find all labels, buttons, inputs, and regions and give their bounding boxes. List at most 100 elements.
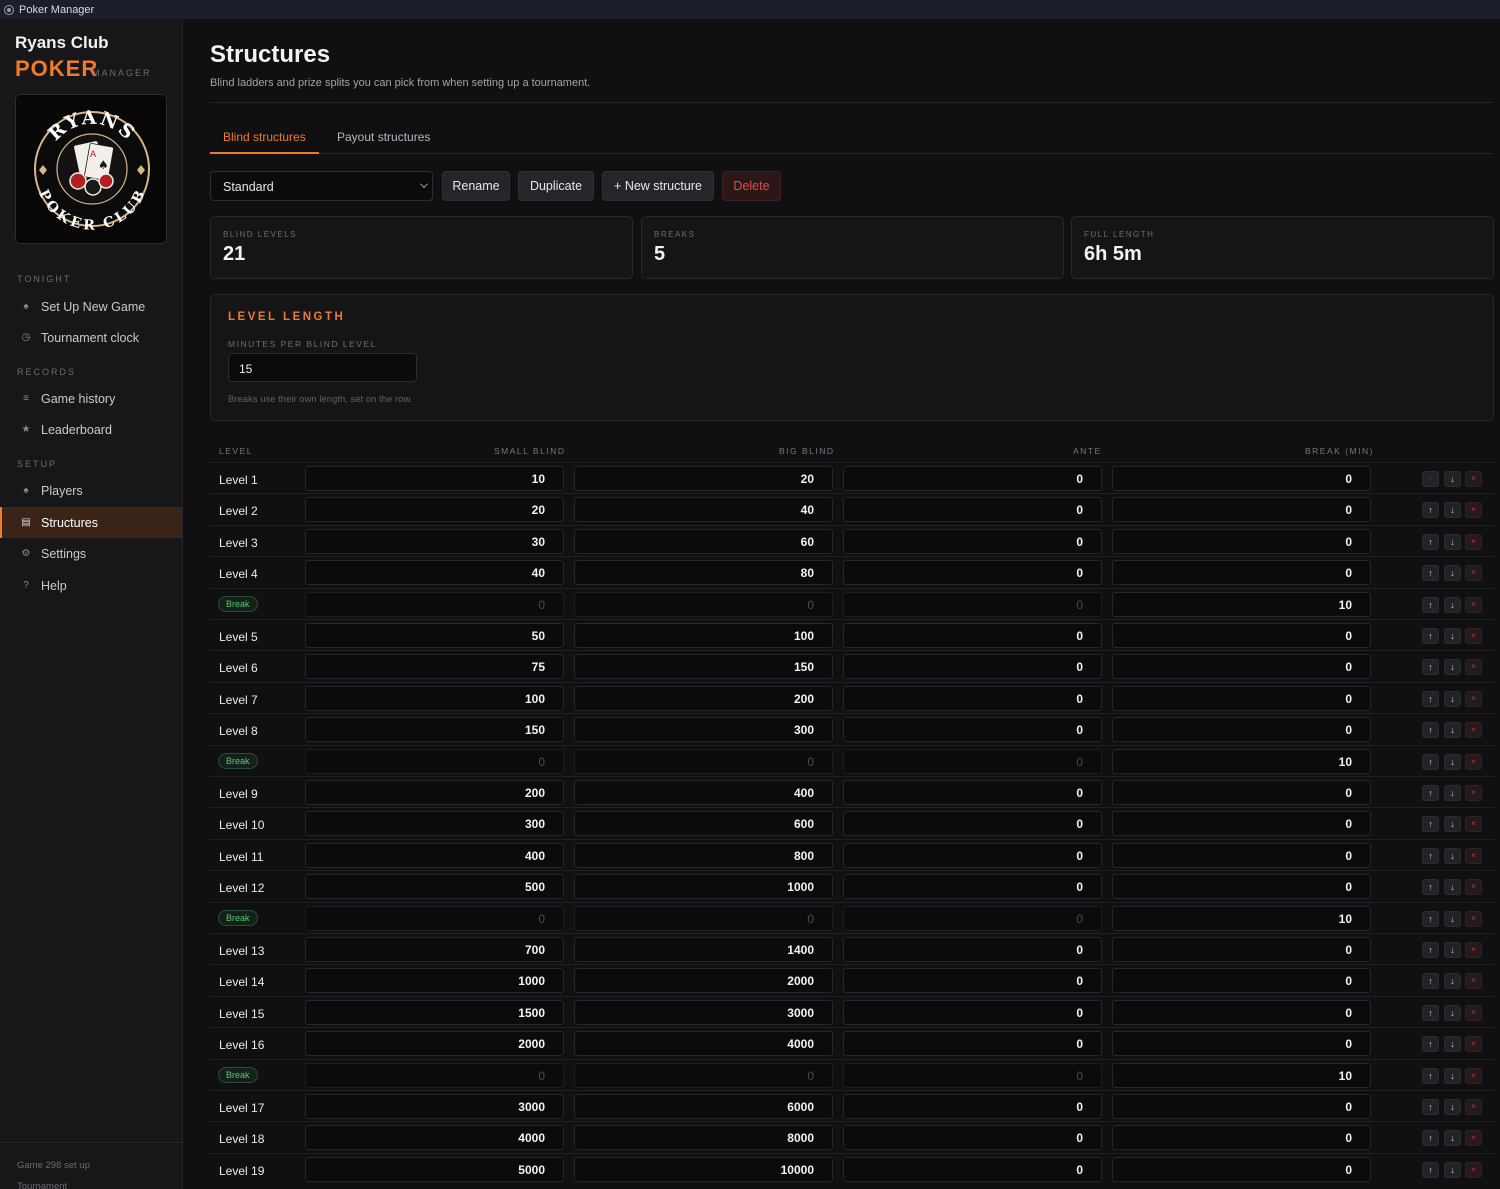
move-up-icon[interactable]: ↑: [1422, 596, 1439, 613]
small-blind-input[interactable]: 0: [305, 748, 564, 774]
tab-blind-structures[interactable]: Blind structures: [210, 123, 319, 154]
move-down-icon[interactable]: ↓: [1444, 690, 1461, 707]
delete-row-icon[interactable]: ×: [1465, 1099, 1482, 1115]
delete-row-icon[interactable]: ×: [1465, 879, 1482, 896]
rename-button[interactable]: Rename: [442, 171, 510, 201]
sidebar-item-help[interactable]: ? Help: [0, 570, 182, 601]
break-minutes-input[interactable]: 10: [1112, 591, 1371, 617]
move-down-icon[interactable]: ↓: [1444, 565, 1461, 582]
move-down-icon[interactable]: ↓: [1444, 533, 1461, 550]
big-blind-input[interactable]: 800: [574, 842, 833, 868]
move-down-icon[interactable]: ↓: [1444, 1099, 1461, 1115]
big-blind-input[interactable]: 80: [574, 560, 833, 586]
move-down-icon[interactable]: ↓: [1444, 471, 1461, 487]
move-up-icon[interactable]: ↑: [1422, 533, 1439, 550]
move-up-icon[interactable]: ↑: [1422, 690, 1439, 707]
big-blind-input[interactable]: 200: [574, 685, 833, 711]
delete-row-icon[interactable]: ×: [1465, 1067, 1482, 1084]
move-down-icon[interactable]: ↓: [1444, 502, 1461, 519]
sidebar-item-tournament-clock[interactable]: ◷ Tournament clock: [0, 322, 182, 353]
ante-input[interactable]: 0: [843, 1094, 1102, 1119]
ante-input[interactable]: 0: [843, 874, 1102, 900]
big-blind-input[interactable]: 8000: [574, 1125, 833, 1151]
delete-row-icon[interactable]: ×: [1465, 753, 1482, 770]
move-down-icon[interactable]: ↓: [1444, 816, 1461, 833]
big-blind-input[interactable]: 0: [574, 1062, 833, 1088]
delete-row-icon[interactable]: ×: [1465, 722, 1482, 739]
small-blind-input[interactable]: 1500: [305, 999, 564, 1025]
move-down-icon[interactable]: ↓: [1444, 1004, 1461, 1021]
small-blind-input[interactable]: 400: [305, 842, 564, 868]
break-minutes-input[interactable]: 0: [1112, 999, 1371, 1025]
ante-input[interactable]: 0: [843, 717, 1102, 743]
ante-input[interactable]: 0: [843, 1156, 1102, 1182]
ante-input[interactable]: 0: [843, 466, 1102, 491]
delete-row-icon[interactable]: ×: [1465, 785, 1482, 801]
small-blind-input[interactable]: 0: [305, 905, 564, 931]
delete-row-icon[interactable]: ×: [1465, 942, 1482, 958]
delete-row-icon[interactable]: ×: [1465, 659, 1482, 676]
big-blind-input[interactable]: 150: [574, 654, 833, 680]
break-minutes-input[interactable]: 0: [1112, 623, 1371, 648]
delete-row-icon[interactable]: ×: [1465, 1161, 1482, 1178]
big-blind-input[interactable]: 100: [574, 623, 833, 648]
big-blind-input[interactable]: 1000: [574, 874, 833, 900]
duplicate-button[interactable]: Duplicate: [518, 171, 594, 201]
ante-input[interactable]: 0: [843, 937, 1102, 962]
ante-input[interactable]: 0: [843, 842, 1102, 868]
break-minutes-input[interactable]: 0: [1112, 1031, 1371, 1057]
delete-row-icon[interactable]: ×: [1465, 816, 1482, 833]
delete-button[interactable]: Delete: [722, 171, 781, 201]
ante-input[interactable]: 0: [843, 1062, 1102, 1088]
move-down-icon[interactable]: ↓: [1444, 1036, 1461, 1053]
move-down-icon[interactable]: ↓: [1444, 596, 1461, 613]
break-minutes-input[interactable]: 10: [1112, 748, 1371, 774]
sidebar-item-game-history[interactable]: ≡ Game history: [0, 383, 182, 414]
ante-input[interactable]: 0: [843, 748, 1102, 774]
small-blind-input[interactable]: 1000: [305, 968, 564, 994]
move-up-icon[interactable]: ↑: [1422, 1036, 1439, 1053]
move-up-icon[interactable]: ↑: [1422, 816, 1439, 833]
break-minutes-input[interactable]: 0: [1112, 811, 1371, 837]
new-structure-button[interactable]: + New structure: [602, 171, 714, 201]
ante-input[interactable]: 0: [843, 1031, 1102, 1057]
ante-input[interactable]: 0: [843, 811, 1102, 837]
move-up-icon[interactable]: ↑: [1422, 942, 1439, 958]
small-blind-input[interactable]: 500: [305, 874, 564, 900]
move-down-icon[interactable]: ↓: [1444, 910, 1461, 927]
small-blind-input[interactable]: 50: [305, 623, 564, 648]
big-blind-input[interactable]: 300: [574, 717, 833, 743]
sidebar-item-leaderboard[interactable]: ★ Leaderboard: [0, 414, 182, 445]
break-minutes-input[interactable]: 10: [1112, 1062, 1371, 1088]
big-blind-input[interactable]: 40: [574, 497, 833, 523]
big-blind-input[interactable]: 2000: [574, 968, 833, 994]
ante-input[interactable]: 0: [843, 654, 1102, 680]
move-up-icon[interactable]: ↑: [1422, 973, 1439, 990]
ante-input[interactable]: 0: [843, 968, 1102, 994]
tab-payout-structures[interactable]: Payout structures: [324, 123, 443, 154]
big-blind-input[interactable]: 3000: [574, 999, 833, 1025]
move-down-icon[interactable]: ↓: [1444, 879, 1461, 896]
ante-input[interactable]: 0: [843, 560, 1102, 586]
break-minutes-input[interactable]: 0: [1112, 685, 1371, 711]
break-minutes-input[interactable]: 0: [1112, 968, 1371, 994]
ante-input[interactable]: 0: [843, 905, 1102, 931]
move-up-icon[interactable]: ↑: [1422, 565, 1439, 582]
delete-row-icon[interactable]: ×: [1465, 690, 1482, 707]
sidebar-item-settings[interactable]: ⚙ Settings: [0, 538, 182, 569]
small-blind-input[interactable]: 30: [305, 528, 564, 554]
big-blind-input[interactable]: 600: [574, 811, 833, 837]
move-up-icon[interactable]: ↑: [1422, 879, 1439, 896]
big-blind-input[interactable]: 10000: [574, 1156, 833, 1182]
small-blind-input[interactable]: 150: [305, 717, 564, 743]
break-minutes-input[interactable]: 0: [1112, 717, 1371, 743]
small-blind-input[interactable]: 200: [305, 780, 564, 805]
break-minutes-input[interactable]: 0: [1112, 842, 1371, 868]
ante-input[interactable]: 0: [843, 497, 1102, 523]
small-blind-input[interactable]: 75: [305, 654, 564, 680]
ante-input[interactable]: 0: [843, 999, 1102, 1025]
small-blind-input[interactable]: 20: [305, 497, 564, 523]
small-blind-input[interactable]: 2000: [305, 1031, 564, 1057]
big-blind-input[interactable]: 400: [574, 780, 833, 805]
delete-row-icon[interactable]: ×: [1465, 847, 1482, 864]
